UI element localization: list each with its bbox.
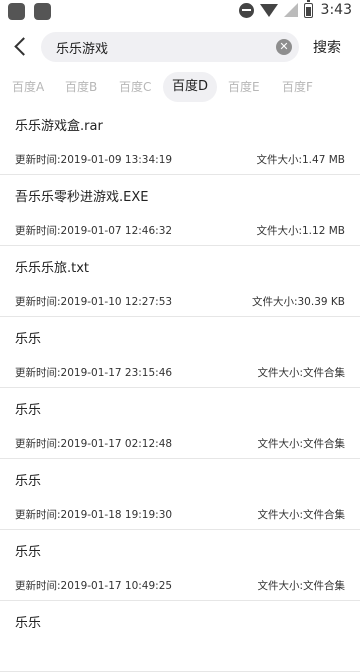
source-tabs: 百度A 百度B 百度C 百度D 百度E 百度F [0,72,360,102]
list-item[interactable]: 乐乐 更新时间:2019-01-17 02:12:48 文件大小:文件合集 [0,388,360,459]
list-item[interactable]: 乐乐 更新时间:2019-01-18 19:19:30 文件大小:文件合集 [0,459,360,530]
file-size: 文件大小:文件合集 [257,367,345,379]
tab-baidu-c[interactable]: 百度C [119,72,151,102]
file-name: 乐乐游戏盒.rar [15,119,103,134]
tab-baidu-b[interactable]: 百度B [65,72,97,102]
file-name: 吾乐乐零秒进游戏.EXE [15,190,149,205]
update-time: 更新时间:2019-01-17 10:49:25 [15,580,173,592]
list-item[interactable]: 吾乐乐零秒进游戏.EXE 更新时间:2019-01-07 12:46:32 文件… [0,175,360,246]
file-name: 乐乐 [15,545,42,560]
file-name: 乐乐 [15,403,42,418]
tab-baidu-e[interactable]: 百度E [228,72,260,102]
list-item[interactable]: 乐乐 更新时间:2019-01-17 23:15:46 文件大小:文件合集 [0,317,360,388]
wifi-icon [259,3,278,17]
result-list: 乐乐游戏盒.rar 更新时间:2019-01-09 13:34:19 文件大小:… [0,104,360,672]
update-time: 更新时间:2019-01-10 12:27:53 [15,296,173,308]
battery-icon [303,0,313,18]
update-time: 更新时间:2019-01-07 12:46:32 [15,225,173,237]
file-size: 文件大小:30.39 KB [251,296,345,308]
notification-icons [8,3,51,20]
file-name: 乐乐乐旅.txt [15,261,90,276]
list-item[interactable]: 乐乐 [0,601,360,672]
file-name: 乐乐 [15,474,42,489]
cell-signal-icon [283,3,298,17]
update-time: 更新时间:2019-01-18 19:19:30 [15,509,173,521]
file-size: 文件大小:1.47 MB [256,154,345,166]
update-time: 更新时间:2019-01-17 02:12:48 [15,438,173,450]
list-item[interactable]: 乐乐乐旅.txt 更新时间:2019-01-10 12:27:53 文件大小:3… [0,246,360,317]
update-time: 更新时间:2019-01-09 13:34:19 [15,154,173,166]
file-size: 文件大小:文件合集 [257,509,345,521]
search-button[interactable]: 搜索 [313,37,341,57]
file-name: 乐乐 [15,616,42,631]
tab-baidu-d[interactable]: 百度D [163,72,217,102]
system-icons: 3:43 [238,0,352,18]
update-time: 更新时间:2019-01-17 23:15:46 [15,367,173,379]
search-bar: ✕ 搜索 [0,30,360,64]
do-not-disturb-icon [238,2,254,18]
status-bar: 3:43 [0,0,360,24]
back-arrow-icon[interactable] [10,34,34,58]
tab-baidu-a[interactable]: 百度A [12,72,44,102]
file-name: 乐乐 [15,332,42,347]
clock: 3:43 [320,2,352,18]
app-notification-icon [8,3,25,20]
clear-icon[interactable]: ✕ [276,39,292,55]
list-item[interactable]: 乐乐游戏盒.rar 更新时间:2019-01-09 13:34:19 文件大小:… [0,104,360,175]
app-notification-icon [34,3,51,20]
tab-baidu-f[interactable]: 百度F [282,72,313,102]
file-size: 文件大小:文件合集 [257,580,345,592]
list-item[interactable]: 乐乐 更新时间:2019-01-17 10:49:25 文件大小:文件合集 [0,530,360,601]
search-box: ✕ [41,32,299,62]
file-size: 文件大小:1.12 MB [256,225,345,237]
file-size: 文件大小:文件合集 [257,438,345,450]
search-input[interactable] [56,32,261,62]
